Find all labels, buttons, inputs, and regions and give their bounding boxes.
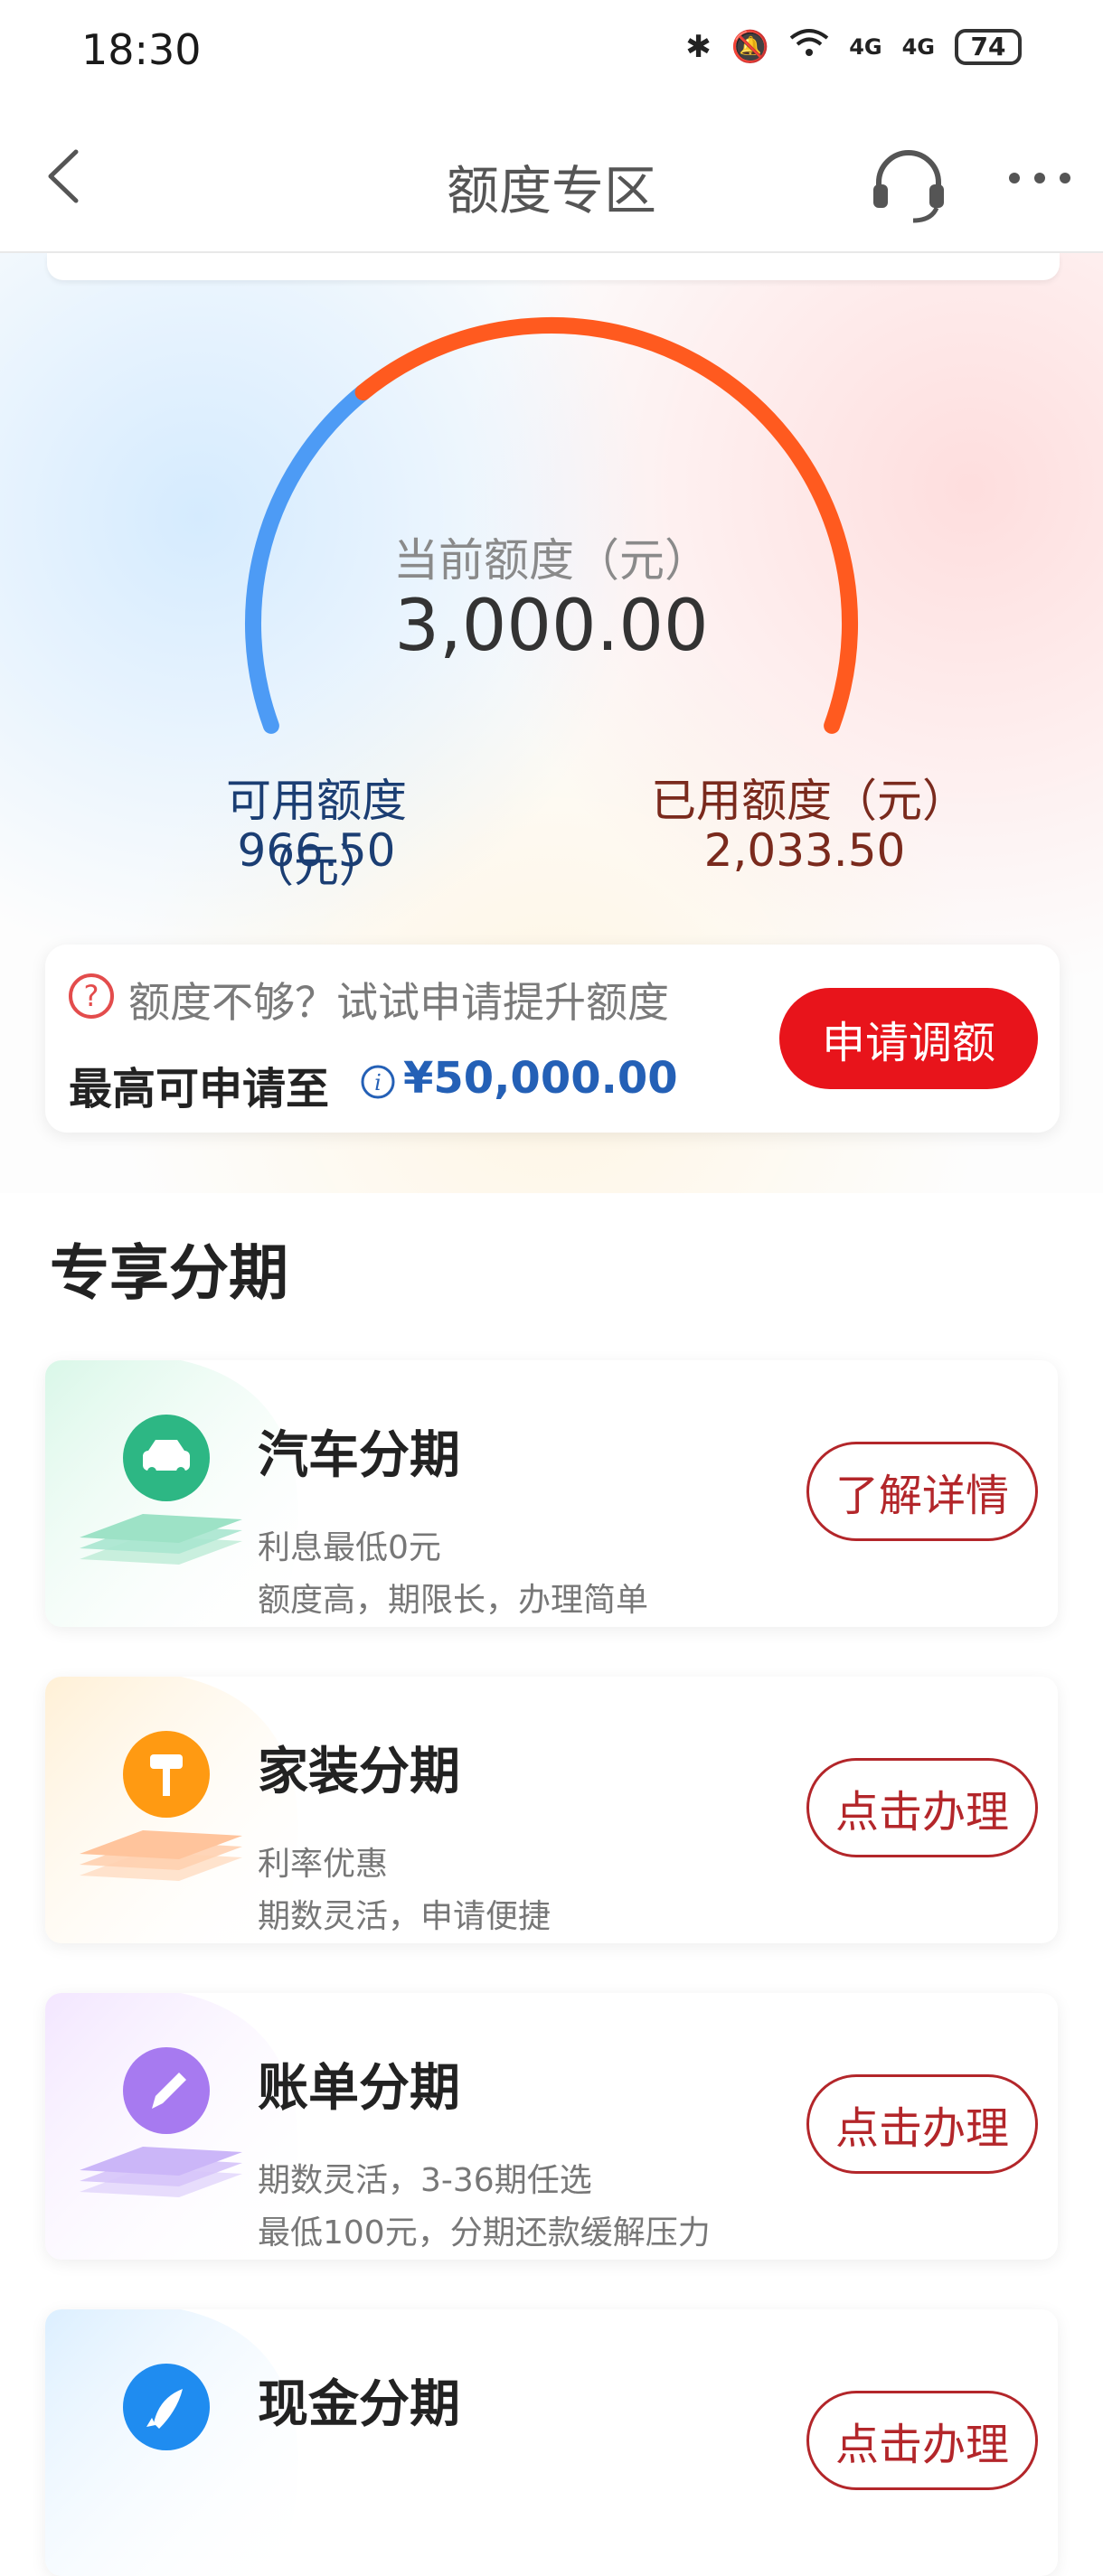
status-bar: 18:30 ✱ 🔕 4G 4G 74 [0, 0, 1103, 108]
headset-icon[interactable] [868, 145, 949, 226]
loan-card-cash[interactable]: 现金分期 点击办理 [45, 2309, 1058, 2576]
mute-icon: 🔕 [731, 28, 770, 65]
car-icon [80, 1415, 242, 1565]
quota-hero: 当前额度（元） 3,000.00 可用额度（元） 966.50 已用额度（元） … [0, 253, 1103, 1193]
loan-desc: 利率优惠 [258, 1846, 389, 1883]
loan-card-bill[interactable]: 账单分期 期数灵活，3-36期任选 最低100元，分期还款缓解压力 点击办理 [45, 1993, 1058, 2260]
loan-title: 现金分期 [258, 2375, 460, 2434]
nav-bar: 额度专区 [0, 108, 1103, 253]
section-title: 专享分期 [50, 1238, 288, 1308]
used-quota-label: 已用额度（元） [651, 775, 967, 827]
loan-title: 家装分期 [258, 1743, 460, 1801]
svg-text:?: ? [84, 979, 99, 1013]
loan-desc: 期数灵活，3-36期任选 [258, 2162, 592, 2199]
status-icons: ✱ 🔕 4G 4G 74 [685, 27, 1022, 66]
wifi-icon [789, 27, 829, 66]
more-icon[interactable] [1004, 155, 1076, 201]
raise-max-label: 最高可申请至 [69, 1064, 330, 1114]
loan-desc: 额度高，期限长，办理简单 [258, 1582, 649, 1619]
loan-title: 账单分期 [258, 2059, 460, 2118]
current-quota-label: 当前额度（元） [393, 534, 710, 587]
cash-loan-apply-button[interactable]: 点击办理 [806, 2391, 1038, 2490]
svg-text:i: i [374, 1070, 382, 1095]
loan-desc: 期数灵活，申请便捷 [258, 1898, 552, 1935]
raise-max-amount: ¥50,000.00 [403, 1053, 678, 1104]
apply-raise-button[interactable]: 申请调额 [779, 988, 1038, 1089]
available-quota-value: 966.50 [237, 824, 396, 877]
raise-hint: 额度不够？试试申请提升额度 [128, 978, 669, 1027]
battery-icon: 74 [955, 28, 1022, 65]
info-icon[interactable]: i [360, 1064, 396, 1100]
paint-roller-icon [80, 1731, 242, 1881]
used-quota-value: 2,033.50 [703, 824, 906, 877]
loan-card-car[interactable]: 汽车分期 利息最低0元 额度高，期限长，办理简单 了解详情 [45, 1360, 1058, 1627]
pencil-icon [80, 2047, 242, 2197]
question-icon: ? [69, 973, 114, 1019]
loan-desc: 最低100元，分期还款缓解压力 [258, 2214, 711, 2252]
bill-loan-apply-button[interactable]: 点击办理 [806, 2074, 1038, 2174]
current-quota-value: 3,000.00 [394, 586, 709, 667]
signal-icon-1: 4G [849, 33, 882, 60]
bluetooth-icon: ✱ [685, 28, 712, 65]
loan-title: 汽车分期 [258, 1426, 460, 1485]
signal-icon-2: 4G [901, 33, 935, 60]
raise-quota-card: ? 额度不够？试试申请提升额度 最高可申请至 i ¥50,000.00 申请调额 [45, 945, 1060, 1133]
status-time: 18:30 [81, 25, 202, 74]
home-loan-apply-button[interactable]: 点击办理 [806, 1758, 1038, 1857]
loan-card-home[interactable]: 家装分期 利率优惠 期数灵活，申请便捷 点击办理 [45, 1677, 1058, 1943]
loan-desc: 利息最低0元 [258, 1529, 441, 1566]
car-loan-details-button[interactable]: 了解详情 [806, 1442, 1038, 1541]
rocket-icon [123, 2364, 210, 2450]
